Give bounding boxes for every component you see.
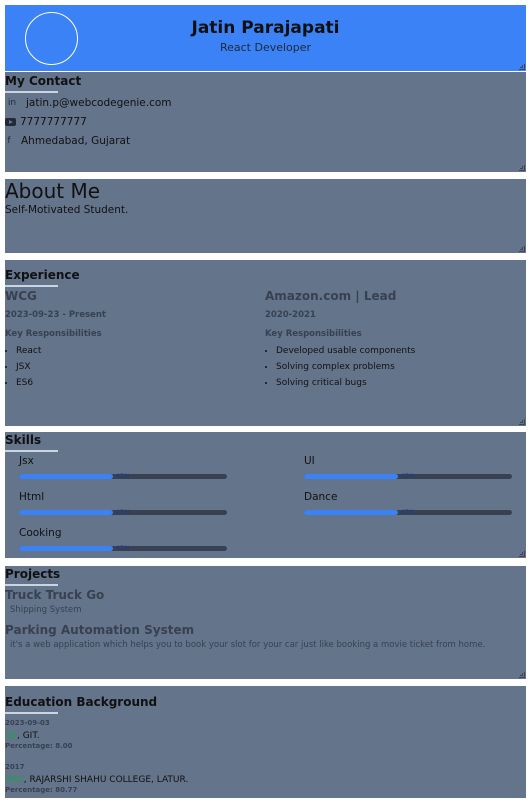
skill-name: UI (304, 455, 315, 467)
section-underline (5, 91, 58, 93)
linkedin-icon: in (7, 98, 17, 108)
skill-percent: 45% (115, 472, 131, 480)
responsibility-list: Developed usable components Solving comp… (265, 343, 415, 391)
experience-dates: 2023-09-23 - Present (5, 310, 106, 320)
skill-progress-bar: 45% (304, 508, 512, 516)
resize-handle[interactable] (519, 672, 525, 678)
project-title: Parking Automation System (5, 623, 195, 637)
skill-item: Jsx 45% (19, 455, 227, 480)
responsibility-item: Solving complex problems (276, 359, 415, 375)
section-title-about: About Me (5, 179, 101, 203)
education-percentage: Percentage: 80.77 (5, 786, 78, 794)
section-underline (5, 450, 58, 452)
section-title-contact: My Contact (5, 74, 82, 88)
responsibility-item: Solving critical bugs (276, 375, 415, 391)
section-title-projects: Projects (5, 567, 61, 581)
section-title-skills: Skills (5, 433, 42, 447)
skill-name: Cooking (19, 527, 62, 539)
skill-percent: 45% (400, 508, 416, 516)
projects-section: Projects Truck Truck Go Shipping System … (5, 566, 526, 679)
contact-item-email: in jatin.p@webcodegenie.com (5, 97, 172, 109)
education-line: CE, GIT. (5, 731, 73, 741)
education-degree: CE (5, 731, 17, 741)
experience-entry: WCG 2023-09-23 - Present Key Responsibil… (5, 289, 106, 391)
profile-role: React Developer (219, 41, 312, 54)
skills-section: Skills Jsx 45% UI 45% Html 45% Dance 45%… (5, 432, 526, 558)
resize-handle[interactable] (519, 551, 525, 557)
education-section: Education Background 2023-09-03 CE, GIT.… (5, 686, 526, 798)
contact-phone-text: 7777777777 (20, 116, 87, 128)
skill-name: Jsx (19, 455, 34, 467)
section-underline (5, 285, 58, 287)
header-panel: Jatin Parajapati React Developer (5, 5, 526, 71)
resize-handle[interactable] (519, 419, 525, 425)
education-institute: , GIT. (16, 731, 40, 741)
education-institute: , RAJARSHI SHAHU COLLEGE, LATUR. (23, 775, 189, 785)
resize-handle[interactable] (519, 64, 525, 70)
project-item: Parking Automation System it's a web app… (5, 623, 520, 650)
section-title-education: Education Background (5, 695, 158, 709)
experience-company: WCG (5, 289, 37, 303)
skill-progress-bar: 45% (304, 472, 512, 480)
experience-entry: Amazon.com | Lead 2020-2021 Key Responsi… (265, 289, 415, 391)
education-degree: HSC (5, 775, 24, 785)
contact-item-location: f Ahmedabad, Gujarat (5, 135, 130, 147)
experience-company: Amazon.com | Lead (265, 289, 397, 303)
skill-item: Cooking 45% (19, 527, 227, 552)
project-item: Truck Truck Go Shipping System (5, 588, 104, 615)
education-item: 2017 HSC, RAJARSHI SHAHU COLLEGE, LATUR.… (5, 763, 188, 794)
responsibility-list: React JSX ES6 (5, 343, 106, 391)
section-title-experience: Experience (5, 268, 80, 282)
facebook-icon: f (7, 136, 11, 146)
skill-progress-bar: 45% (19, 508, 227, 516)
experience-responsibilities-label: Key Responsibilities (5, 329, 102, 339)
contact-item-phone: 7777777777 (5, 116, 87, 128)
project-title: Truck Truck Go (5, 588, 105, 602)
responsibility-item: React (16, 343, 106, 359)
skill-item: Html 45% (19, 491, 227, 516)
education-date: 2023-09-03 (5, 719, 50, 727)
resize-handle[interactable] (519, 246, 525, 252)
contact-location-text: Ahmedabad, Gujarat (21, 135, 131, 147)
skill-progress-bar: 45% (19, 472, 227, 480)
skill-item: Dance 45% (304, 491, 512, 516)
resize-handle[interactable] (519, 165, 525, 171)
section-underline (5, 584, 58, 586)
contact-email-text: jatin.p@webcodegenie.com (26, 97, 172, 109)
experience-section: Experience WCG 2023-09-23 - Present Key … (5, 260, 526, 426)
profile-name: Jatin Parajapati (191, 18, 340, 38)
experience-responsibilities-label: Key Responsibilities (265, 329, 362, 339)
skill-name: Dance (304, 491, 338, 503)
responsibility-item: Developed usable components (276, 343, 415, 359)
experience-dates: 2020-2021 (265, 310, 316, 320)
skill-item: UI 45% (304, 455, 512, 480)
skill-percent: 45% (115, 508, 131, 516)
responsibility-item: ES6 (16, 375, 106, 391)
contact-section: My Contact in jatin.p@webcodegenie.com 7… (5, 72, 526, 172)
skill-percent: 45% (400, 472, 416, 480)
section-underline (5, 712, 58, 714)
project-description: Shipping System (10, 605, 82, 615)
youtube-icon (5, 118, 16, 126)
skill-name: Html (19, 491, 45, 503)
education-item: 2023-09-03 CE, GIT. Percentage: 8.00 (5, 719, 73, 750)
about-text: Self-Motivated Student. (5, 204, 129, 216)
responsibility-item: JSX (16, 359, 106, 375)
education-percentage: Percentage: 8.00 (5, 742, 73, 750)
education-date: 2017 (5, 763, 25, 771)
education-line: HSC, RAJARSHI SHAHU COLLEGE, LATUR. (5, 775, 188, 785)
skill-percent: 45% (115, 544, 131, 552)
project-description: it's a web application which helps you t… (10, 640, 486, 650)
about-section: About Me Self-Motivated Student. (5, 179, 526, 253)
skill-progress-bar: 45% (19, 544, 227, 552)
